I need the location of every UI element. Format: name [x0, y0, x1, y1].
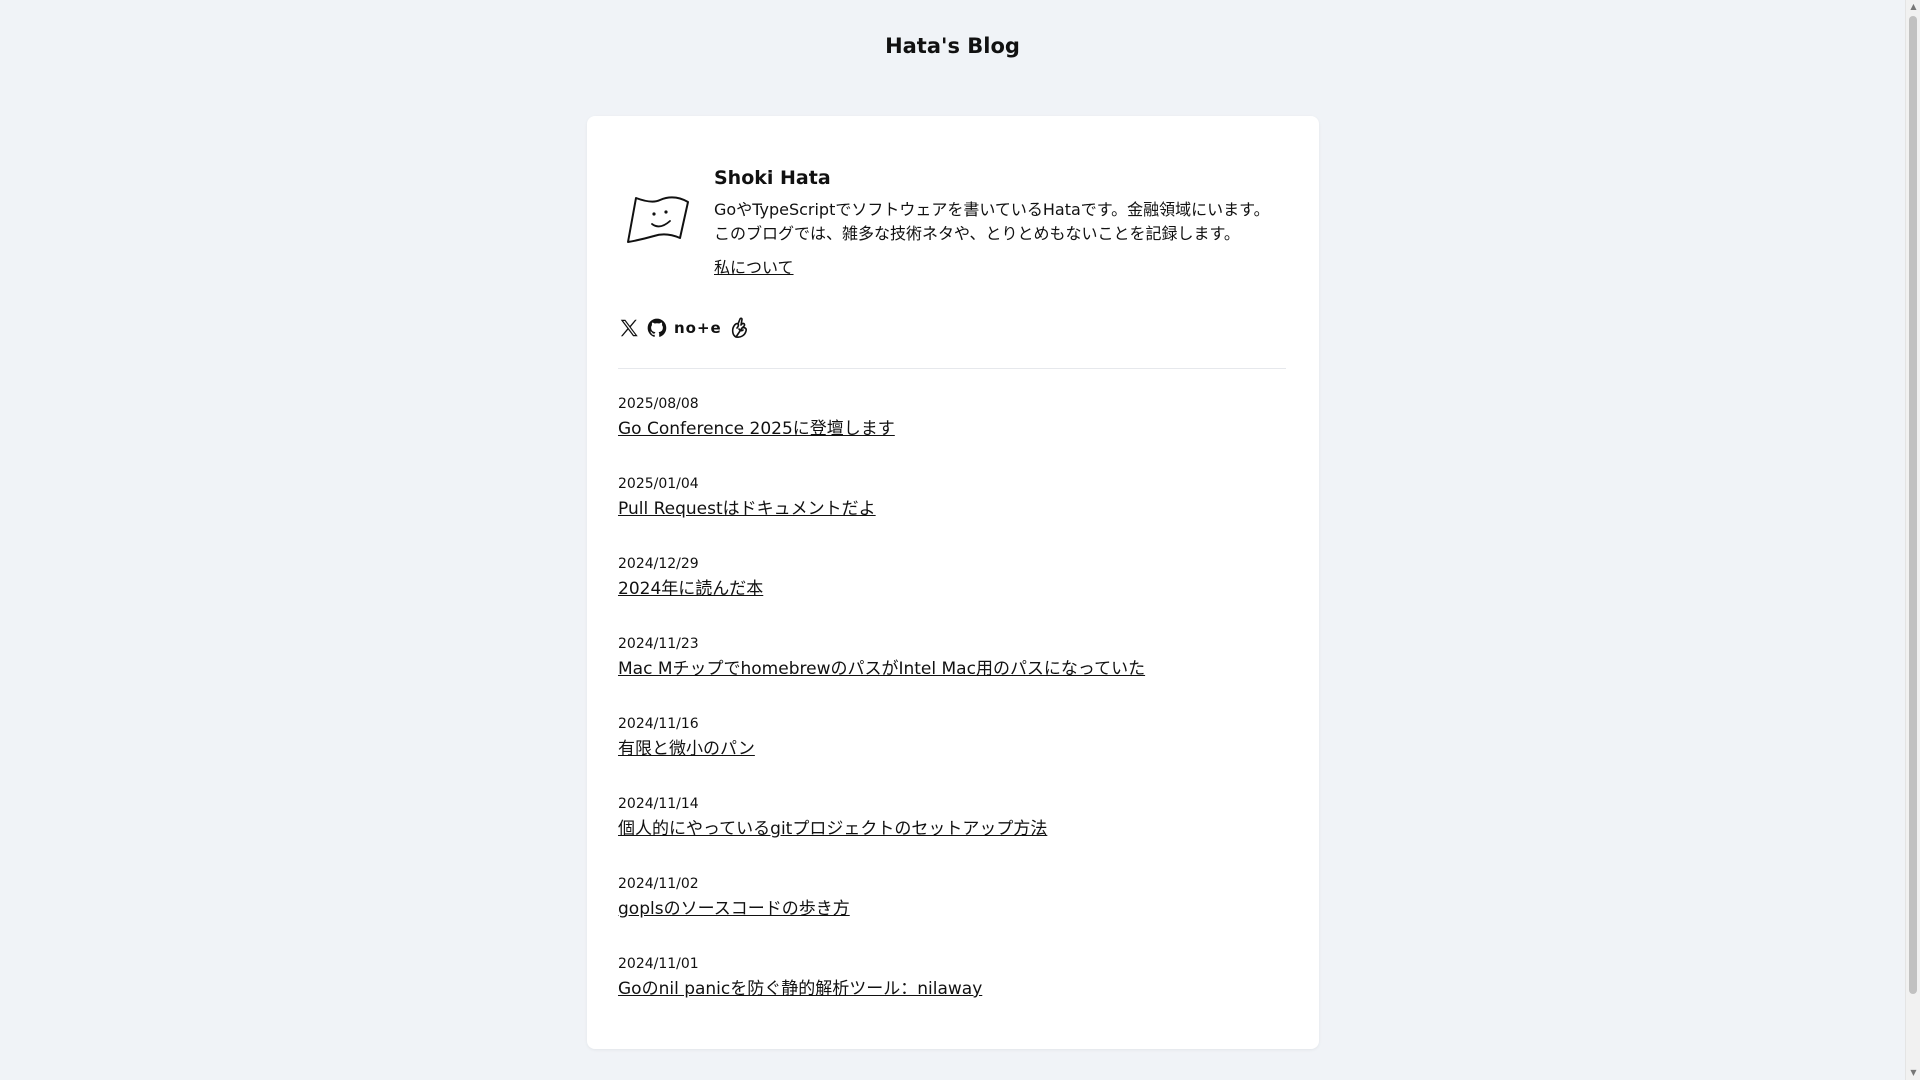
note-logo: no+e	[674, 319, 722, 337]
post-date: 2024/11/01	[618, 956, 699, 972]
scroll-up-arrow-icon[interactable]: ▲	[1906, 0, 1920, 14]
post-date: 2024/11/02	[618, 876, 699, 892]
profile-section: Shoki Hata GoやTypeScriptでソフトウェアを書いているHat…	[587, 116, 1319, 316]
post-item: 2024/11/02 goplsのソースコードの歩き方	[618, 874, 1286, 954]
post-date: 2025/08/08	[618, 396, 699, 412]
post-item: 2024/11/16 有限と微小のパン	[618, 714, 1286, 794]
page: Hata's Blog Shoki Hata GoやTypeScriptでソフト…	[0, 0, 1905, 1080]
main-card: Shoki Hata GoやTypeScriptでソフトウェアを書いているHat…	[587, 116, 1319, 1049]
post-title-link[interactable]: Mac MチップでhomebrewのパスがIntel Mac用のパスになっていた	[618, 656, 1145, 682]
post-item: 2024/11/23 Mac MチップでhomebrewのパスがIntel Ma…	[618, 634, 1286, 714]
profile-bio-line-1: GoやTypeScriptでソフトウェアを書いているHataです。金融領域にいま…	[714, 200, 1270, 219]
post-list: 2025/08/08 Go Conference 2025に登壇します 2025…	[618, 394, 1286, 1034]
about-me-link[interactable]: 私について	[714, 256, 794, 280]
profile-name: Shoki Hata	[714, 167, 831, 189]
post-item: 2025/01/04 Pull Requestはドキュメントだよ	[618, 474, 1286, 554]
post-item: 2025/08/08 Go Conference 2025に登壇します	[618, 394, 1286, 474]
post-date: 2024/12/29	[618, 556, 699, 572]
flag-face-icon	[627, 196, 689, 243]
post-title-link[interactable]: goplsのソースコードの歩き方	[618, 896, 850, 922]
post-title-link[interactable]: 個人的にやっているgitプロジェクトのセットアップ方法	[618, 816, 1047, 842]
vertical-scrollbar[interactable]: ▲ ▼	[1905, 0, 1920, 1080]
post-title-link[interactable]: 有限と微小のパン	[618, 736, 755, 762]
github-icon[interactable]	[646, 317, 668, 339]
post-title-link[interactable]: Pull Requestはドキュメントだよ	[618, 496, 876, 522]
post-item: 2024/11/01 Goのnil panicを防ぐ静的解析ツール：nilawa…	[618, 954, 1286, 1034]
post-title-link[interactable]: Goのnil panicを防ぐ静的解析ツール：nilaway	[618, 976, 982, 1002]
profile-bio-line-2: このブログでは、雑多な技術ネタや、とりとめもないことを記録します。	[714, 224, 1240, 243]
post-title-link[interactable]: 2024年に読んだ本	[618, 576, 763, 602]
post-date: 2024/11/16	[618, 716, 699, 732]
scroll-down-arrow-icon[interactable]: ▼	[1906, 1066, 1920, 1080]
social-links: no+e	[618, 311, 752, 345]
post-date: 2024/11/23	[618, 636, 699, 652]
x-logo-icon[interactable]	[618, 317, 640, 339]
hand-sign-icon[interactable]	[728, 316, 752, 340]
post-date: 2025/01/04	[618, 476, 699, 492]
site-title[interactable]: Hata's Blog	[0, 30, 1905, 62]
post-title-link[interactable]: Go Conference 2025に登壇します	[618, 416, 895, 442]
post-date: 2024/11/14	[618, 796, 699, 812]
scrollbar-thumb[interactable]	[1909, 16, 1917, 994]
profile-bio: GoやTypeScriptでソフトウェアを書いているHataです。金融領域にいま…	[714, 198, 1304, 246]
divider	[618, 368, 1286, 369]
post-item: 2024/12/29 2024年に読んだ本	[618, 554, 1286, 634]
note-link[interactable]: no+e	[674, 317, 722, 339]
post-item: 2024/11/14 個人的にやっているgitプロジェクトのセットアップ方法	[618, 794, 1286, 874]
